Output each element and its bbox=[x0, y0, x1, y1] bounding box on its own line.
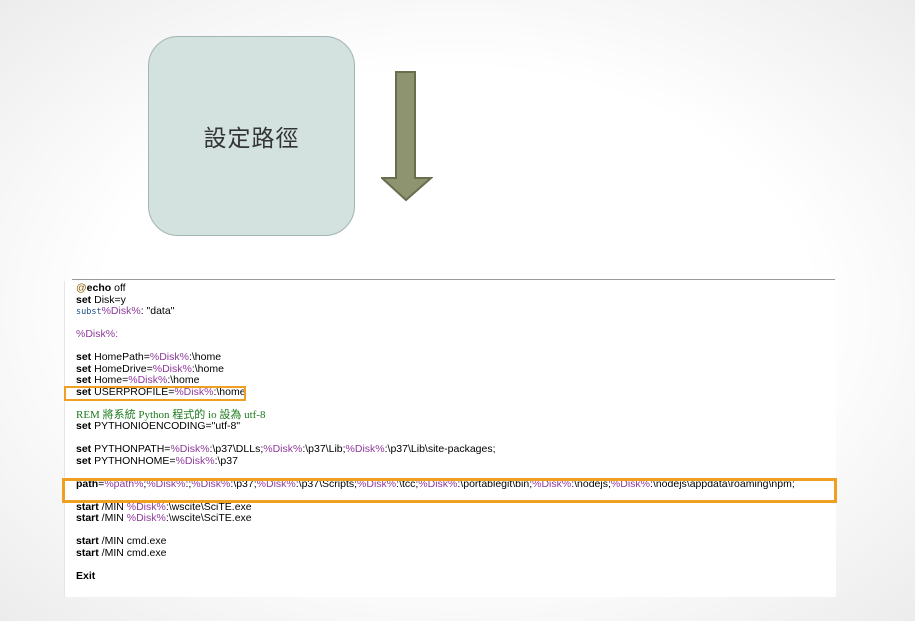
variable: %Disk% bbox=[128, 374, 168, 386]
keyword: start bbox=[76, 512, 99, 524]
code-text: /MIN bbox=[98, 512, 127, 524]
variable: %Disk% bbox=[101, 305, 141, 317]
path-highlight bbox=[62, 478, 837, 503]
code-text: :\home bbox=[188, 351, 222, 363]
code-text: PYTHONPATH= bbox=[91, 443, 171, 455]
code-text: :\p37\DLLs; bbox=[209, 443, 264, 455]
code-text: /MIN cmd.exe bbox=[98, 535, 167, 547]
code-text: Disk=y bbox=[91, 293, 126, 306]
keyword: set bbox=[76, 443, 92, 455]
code-text: PYTHONIOENCODING="utf-8" bbox=[91, 420, 241, 432]
code-panel: @echo off set Disk=y subst%Disk%: "data"… bbox=[64, 281, 836, 597]
keyword: start bbox=[76, 535, 99, 547]
code-line-subst: subst%Disk%: "data" bbox=[76, 305, 836, 318]
code-text: : bbox=[115, 328, 119, 340]
variable: %Disk% bbox=[263, 443, 303, 455]
userprofile-highlight bbox=[64, 386, 246, 401]
code-text: off bbox=[111, 282, 126, 294]
variable: %Disk% bbox=[152, 362, 192, 375]
keyword: set bbox=[76, 420, 92, 432]
code-line-set-disk: set Disk=y bbox=[76, 293, 836, 307]
variable: %Disk% bbox=[170, 443, 210, 455]
at-symbol: @ bbox=[76, 282, 87, 294]
down-arrow-icon bbox=[381, 71, 433, 202]
keyword: set bbox=[76, 454, 92, 467]
step-label: 設定路徑 bbox=[203, 126, 300, 152]
code-text: PYTHONHOME= bbox=[91, 454, 176, 467]
keyword: subst bbox=[76, 307, 102, 317]
code-line-start-cmd-1: start /MIN cmd.exe bbox=[76, 535, 836, 548]
code-text: /MIN cmd.exe bbox=[98, 546, 167, 559]
keyword: Exit bbox=[76, 569, 96, 582]
code-line-pythonhome: set PYTHONHOME=%Disk%:\p37 bbox=[76, 454, 836, 468]
code-line-disk: %Disk%: bbox=[76, 328, 836, 341]
comment: REM 將系統 Python 程式的 io 設為 utf-8 bbox=[76, 408, 266, 421]
keyword: set bbox=[76, 362, 92, 375]
code-line-ioencoding: set PYTHONIOENCODING="utf-8" bbox=[76, 420, 836, 433]
code-line-echo: @echo off bbox=[76, 282, 836, 295]
code-text: HomePath= bbox=[91, 351, 150, 363]
panel-divider bbox=[72, 279, 835, 280]
code-line-start-scite-2: start /MIN %Disk%:\wscite\SciTE.exe bbox=[76, 512, 836, 525]
code-text: :\wscite\SciTE.exe bbox=[165, 512, 252, 524]
code-text: :\home bbox=[167, 374, 200, 386]
variable: %Disk% bbox=[149, 351, 189, 363]
code-text: :\p37\Lib\site-packages; bbox=[384, 443, 496, 455]
code-text: : "data" bbox=[140, 305, 175, 317]
batch-script: @echo off set Disk=y subst%Disk%: "data"… bbox=[76, 282, 836, 583]
code-line-start-cmd-2: start /MIN cmd.exe bbox=[76, 546, 836, 560]
keyword: echo bbox=[86, 282, 112, 294]
code-text: :\p37 bbox=[214, 454, 238, 467]
code-text: :\p37\Lib; bbox=[302, 443, 346, 455]
code-text: :\home bbox=[191, 362, 224, 375]
keyword: set bbox=[76, 351, 92, 363]
step-box: 設定路徑 bbox=[148, 36, 355, 236]
keyword: set bbox=[76, 374, 92, 386]
code-line-exit: Exit bbox=[76, 569, 836, 583]
keyword: start bbox=[76, 546, 99, 559]
variable: %Disk% bbox=[126, 512, 166, 524]
code-text: Home= bbox=[91, 374, 129, 386]
variable: %Disk% bbox=[76, 328, 116, 340]
code-text: HomeDrive= bbox=[91, 362, 153, 375]
variable: %Disk% bbox=[345, 443, 385, 455]
variable: %Disk% bbox=[175, 454, 215, 467]
keyword: set bbox=[76, 293, 92, 306]
